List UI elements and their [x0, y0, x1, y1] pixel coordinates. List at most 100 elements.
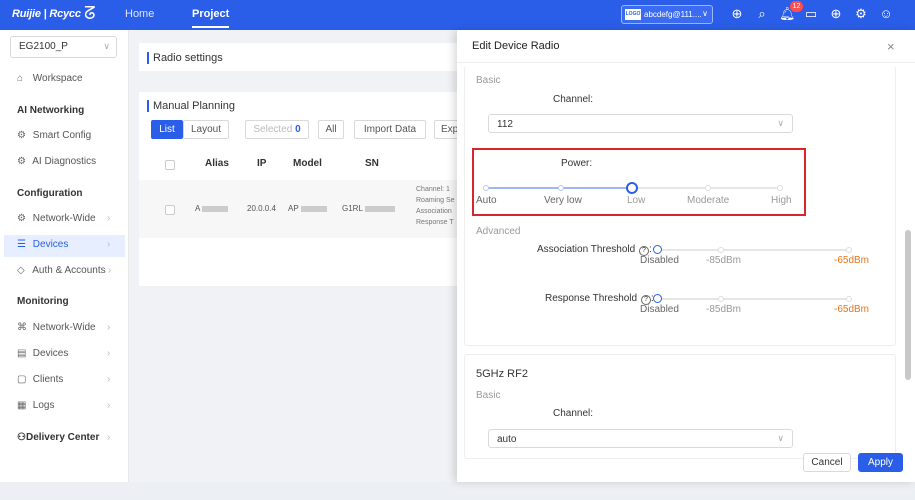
brand-logo[interactable]: Ruijie | Rcycc	[12, 8, 81, 20]
delivery-icon: ⚇	[17, 432, 26, 443]
redacted-block	[202, 205, 229, 212]
association-stop-85[interactable]	[718, 247, 724, 253]
radio-settings-title: Radio settings	[147, 52, 223, 64]
chevron-right-icon: ›	[107, 213, 111, 224]
user-icon[interactable]: ☺	[878, 6, 894, 22]
notification-badge: 12	[790, 1, 803, 12]
sidebar-item-clients[interactable]: ▢ Clients ›	[17, 374, 110, 385]
chevron-down-icon: ∨	[103, 41, 110, 51]
apply-button[interactable]: Apply	[858, 453, 903, 472]
sidebar-item-network-wide-config[interactable]: ⚙ Network-Wide ›	[17, 213, 110, 224]
import-data-button[interactable]: Import Data	[354, 120, 426, 139]
response-tick-65: -65dBm	[834, 304, 870, 315]
power-stop-very-low[interactable]	[558, 185, 564, 191]
add-circle-icon[interactable]: ⊕	[729, 6, 745, 22]
drawer-scrollbar[interactable]	[905, 230, 911, 380]
power-stop-moderate[interactable]	[705, 185, 711, 191]
globe-icon[interactable]: ⊕	[828, 6, 844, 22]
channel-select-value: 112	[497, 119, 513, 130]
layout-view-button[interactable]: Layout	[183, 120, 229, 139]
association-tick-85: -85dBm	[706, 255, 742, 266]
channel-label: Channel:	[553, 94, 594, 105]
nav-project[interactable]: Project	[192, 8, 230, 28]
rf2-title: 5GHz RF2	[476, 368, 528, 380]
power-tick-moderate: Moderate	[687, 195, 730, 206]
close-icon[interactable]: ×	[887, 39, 895, 54]
association-tick-disabled: Disabled	[640, 255, 679, 266]
nav-home[interactable]: Home	[125, 8, 154, 20]
sidebar-group-configuration: Configuration	[17, 188, 83, 199]
power-stop-auto[interactable]	[483, 185, 489, 191]
sidebar-item-logs[interactable]: ▦ Logs ›	[17, 400, 110, 411]
sidebar-item-ai-diagnostics[interactable]: ⚙ AI Diagnostics	[17, 156, 96, 167]
chevron-right-icon: ›	[107, 322, 111, 333]
gear-icon: ⚙	[17, 156, 26, 167]
message-icon[interactable]: ▭	[803, 6, 819, 22]
selected-button[interactable]: Selected 0	[245, 120, 309, 139]
sidebar-item-delivery-center[interactable]: ⚇Delivery Center ›	[17, 432, 110, 443]
cell-radio-info: Channel: 1 Roaming Se Association Respon…	[416, 186, 455, 226]
sidebar-group-monitoring: Monitoring	[17, 296, 69, 307]
response-slider-track	[658, 298, 851, 300]
power-tick-very-low: Very low	[544, 195, 582, 206]
power-slider-handle[interactable]	[626, 182, 638, 194]
row-checkbox[interactable]	[165, 205, 175, 215]
response-stop-85[interactable]	[718, 296, 724, 302]
chevron-down-icon: ∨	[777, 433, 784, 443]
rf2-basic-label: Basic	[476, 390, 501, 401]
advanced-label: Advanced	[476, 226, 521, 237]
chevron-right-icon: ›	[107, 374, 111, 385]
gear-icon: ⚙	[17, 130, 26, 141]
col-ip: IP	[257, 158, 267, 169]
col-sn: SN	[365, 158, 379, 169]
device-select[interactable]: EG2100_P ∨	[10, 36, 117, 58]
account-label: abcdefg@111....	[644, 10, 702, 19]
channel-select[interactable]: 112 ∨	[488, 114, 793, 133]
account-logo-tag: LOGO	[625, 9, 641, 20]
drawer-header: Edit Device Radio ×	[457, 30, 915, 63]
drawer-title: Edit Device Radio	[472, 40, 560, 52]
account-selector[interactable]: LOGO abcdefg@111.... ∨	[621, 5, 713, 24]
response-threshold-label: Response Threshold ?:	[545, 293, 654, 305]
shield-icon: ◇	[17, 265, 25, 276]
power-label: Power:	[561, 158, 593, 169]
sidebar-item-smart-config[interactable]: ⚙ Smart Config	[17, 130, 91, 141]
col-alias: Alias	[205, 158, 229, 169]
manual-planning-title: Manual Planning	[147, 100, 235, 112]
select-all-checkbox[interactable]	[165, 160, 175, 170]
logs-icon: ▦	[17, 400, 27, 411]
rf2-channel-select-value: auto	[497, 434, 517, 445]
response-stop-65[interactable]	[846, 296, 852, 302]
gear-icon: ⚙	[17, 213, 26, 224]
rf2-channel-select[interactable]: auto ∨	[488, 429, 793, 448]
sidebar-item-devices-monitor[interactable]: ▤ Devices ›	[17, 348, 110, 359]
radio-settings-card: Radio settings	[139, 43, 457, 71]
sidebar-item-network-wide-monitor[interactable]: ⌘ Network-Wide ›	[17, 322, 110, 333]
sidebar-item-workspace[interactable]: ⌂ Workspace	[17, 73, 83, 84]
search-icon[interactable]: ⌕	[754, 6, 770, 22]
main-content: Radio settings Manual Planning List Layo…	[129, 30, 464, 482]
list-icon: ☰	[17, 239, 26, 250]
cell-ip: 20.0.0.4	[247, 204, 276, 213]
association-stop-65[interactable]	[846, 247, 852, 253]
sidebar-group-ai-networking: AI Networking	[17, 105, 85, 116]
rf2-panel: 5GHz RF2 Basic Channel: auto ∨	[464, 354, 896, 459]
cell-alias: A	[195, 204, 229, 213]
sidebar-item-devices-config[interactable]: ☰ Devices ›	[17, 239, 110, 250]
redacted-block	[364, 205, 395, 212]
sidebar-item-auth-accounts[interactable]: ◇ Auth & Accounts ›	[17, 265, 111, 276]
association-slider-handle[interactable]	[653, 245, 662, 254]
list-view-button[interactable]: List	[151, 120, 183, 139]
response-slider-handle[interactable]	[653, 294, 662, 303]
top-bar: Ruijie | Rcycc ᘔ Home Project LOGO abcde…	[0, 0, 915, 30]
all-button[interactable]: All	[318, 120, 344, 139]
power-stop-high[interactable]	[777, 185, 783, 191]
association-threshold-label: Association Threshold ?:	[537, 244, 652, 256]
cancel-button[interactable]: Cancel	[803, 453, 851, 472]
settings-icon[interactable]: ⚙	[853, 6, 869, 22]
rf1-panel: Basic Channel: 112 ∨ Power: Auto Very lo…	[464, 66, 896, 346]
redacted-block	[300, 205, 327, 212]
sidebar: EG2100_P ∨ ⌂ Workspace AI Networking ⚙ S…	[0, 30, 129, 482]
chevron-down-icon: ∨	[777, 118, 784, 128]
chevron-right-icon: ›	[107, 400, 111, 411]
